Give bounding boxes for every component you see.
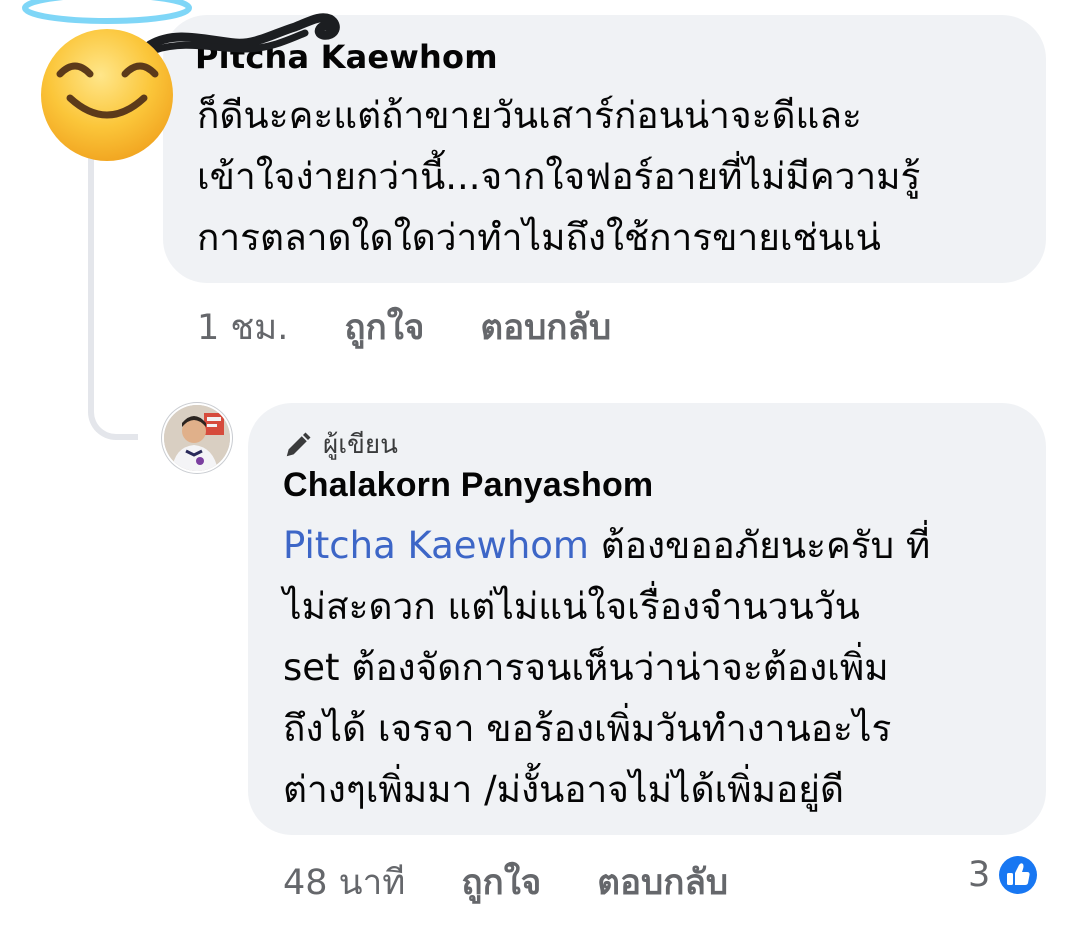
comment-line: การตลาดใดใดว่าทำไมถึงใช้การขายเช่นเน่	[197, 216, 881, 259]
thread-connector-corner	[88, 404, 138, 440]
comment-line: Pitcha Kaewhom ต้องขออภัยนะครับ ที่	[283, 515, 930, 576]
comment-line: ต่างๆเพิ่มมา /ม่งั้นอาจไม่ได้เพิ่มอยู่ดี	[283, 768, 844, 811]
author-badge: ผู้เขียน	[283, 424, 398, 465]
comment-line: ไม่สะดวก แต่ไม่แน่ใจเรื่องจำนวนวัน	[283, 585, 860, 628]
smiling-face-with-halo-icon[interactable]	[22, 0, 192, 169]
comment-text: ก็ดีนะคะแต่ถ้าขายวันเสาร์ก่อนน่าจะดีและ …	[197, 85, 920, 268]
avatar[interactable]	[164, 405, 230, 471]
comment-line: ก็ดีนะคะแต่ถ้าขายวันเสาร์ก่อนน่าจะดีและ	[197, 94, 862, 137]
reply-button[interactable]: ตอบกลับ	[597, 855, 728, 910]
comment-line: ถึงได้ เจรจา ขอร้องเพิ่มวันทำงานอะไร	[283, 707, 892, 750]
pencil-icon	[286, 432, 311, 456]
reply-button[interactable]: ตอบกลับ	[480, 300, 611, 355]
author-badge-label: ผู้เขียน	[323, 430, 398, 460]
like-button[interactable]: ถูกใจ	[461, 855, 541, 910]
comment-author-name[interactable]: Chalakorn Panyashom	[283, 466, 653, 505]
reaction-count: 3	[968, 855, 991, 895]
like-thumb-icon	[997, 854, 1040, 896]
mention-link[interactable]: Pitcha Kaewhom	[283, 524, 589, 567]
like-button[interactable]: ถูกใจ	[344, 300, 424, 355]
comment-text: Pitcha Kaewhom ต้องขออภัยนะครับ ที่ ไม่ส…	[283, 515, 930, 820]
reaction-summary[interactable]: 3	[968, 853, 1040, 897]
comment-timestamp[interactable]: 48 นาที	[283, 855, 405, 910]
comment-line: เข้าใจง่ายกว่านี้...จากใจฟอร์อายที่ไม่มี…	[197, 155, 921, 198]
comment-meta-row: 48 นาที ถูกใจ ตอบกลับ	[283, 855, 728, 910]
thread-connector-line	[88, 150, 94, 410]
comment-meta-row: 1 ชม. ถูกใจ ตอบกลับ	[197, 300, 611, 355]
comment-line: set ต้องจัดการจนเห็นว่าน่าจะต้องเพิ่ม	[283, 646, 889, 689]
comment-line-rest: ต้องขออภัยนะครับ ที่	[588, 524, 931, 567]
comment-timestamp[interactable]: 1 ชม.	[197, 300, 288, 355]
